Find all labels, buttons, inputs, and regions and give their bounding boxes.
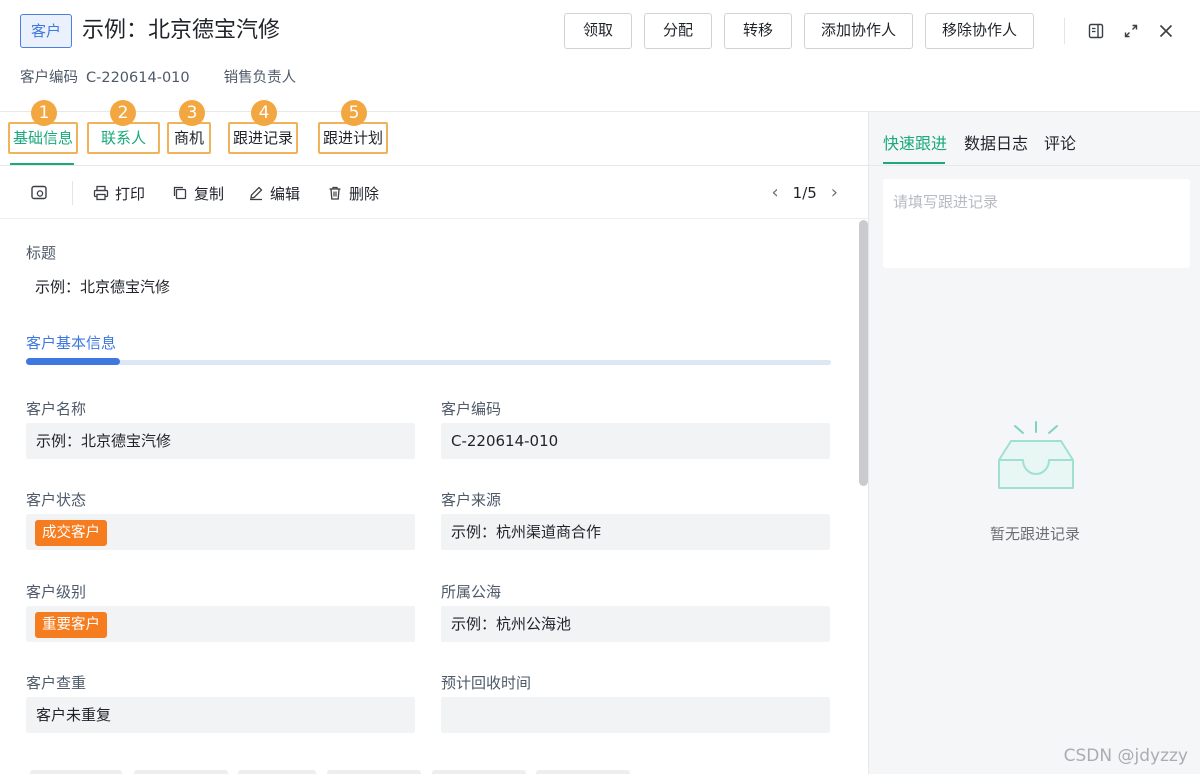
- copy-label: 复制: [194, 184, 225, 203]
- printer-icon: [93, 185, 109, 201]
- record-type-tag: 客户: [20, 14, 73, 48]
- tab-data-log[interactable]: 数据日志: [964, 130, 1028, 154]
- section-divider-accent: [26, 358, 120, 365]
- remove-collaborator-button[interactable]: 移除协作人: [925, 13, 1035, 49]
- section-title: 客户基本信息: [26, 334, 117, 352]
- edit-button[interactable]: 编辑: [248, 181, 300, 205]
- active-tab-indicator: [10, 163, 74, 165]
- detail-toolbar: 打印 复制 编辑 删除 ‹ 1/5 ›: [0, 167, 868, 219]
- pencil-icon: [250, 186, 263, 201]
- annotation-number: 4: [251, 100, 277, 126]
- customer-level-label: 客户级别: [26, 583, 87, 601]
- tab-label: 跟进计划: [323, 129, 384, 147]
- duplicate-check-field[interactable]: 客户未重复: [26, 697, 415, 733]
- customer-status-field[interactable]: 成交客户: [26, 514, 415, 550]
- partial-chip: [432, 770, 526, 774]
- empty-state-text: 暂无跟进记录: [989, 525, 1080, 543]
- page-indicator: 1/5: [792, 184, 817, 202]
- expected-recovery-label: 预计回收时间: [441, 674, 532, 692]
- public-pool-label: 所属公海: [441, 583, 502, 601]
- partial-chip: [134, 770, 228, 774]
- sales-owner-label: 销售负责人: [223, 70, 297, 86]
- record-header: 客户 示例：北京德宝汽修 领取 分配 转移 添加协作人 移除协作人 客户编码 C-…: [0, 0, 1200, 112]
- transfer-button[interactable]: 转移: [724, 13, 792, 49]
- duplicate-check-label: 客户查重: [26, 674, 87, 692]
- partial-chip: [238, 770, 316, 774]
- customer-name-label: 客户名称: [26, 400, 87, 418]
- annotation-number: 3: [179, 100, 205, 126]
- customer-code-label: 客户编码: [20, 70, 78, 86]
- header-actions: 领取 分配 转移 添加协作人 移除协作人: [564, 13, 1035, 49]
- detail-body: 标题 示例：北京德宝汽修 客户基本信息 客户名称 示例：北京德宝汽修 客户编码 …: [0, 220, 858, 774]
- expected-recovery-field[interactable]: [441, 697, 830, 733]
- expand-icon[interactable]: [1120, 20, 1142, 42]
- tab-follow-up-records[interactable]: 4 跟进记录: [228, 100, 299, 154]
- record-pager: ‹ 1/5 ›: [771, 181, 838, 205]
- print-label: 打印: [115, 184, 146, 203]
- activity-panel: 快速跟进 数据日志 评论 暂无跟进记录: [868, 112, 1200, 774]
- delete-label: 删除: [349, 184, 380, 203]
- title-value: 示例：北京德宝汽修: [35, 278, 171, 296]
- print-button[interactable]: 打印: [93, 181, 145, 205]
- customer-level-field[interactable]: 重要客户: [26, 606, 415, 642]
- tab-comments[interactable]: 评论: [1044, 130, 1076, 154]
- partial-chip: [327, 770, 421, 774]
- customer-code-field[interactable]: C-220614-010: [441, 423, 830, 459]
- tab-label: 基础信息: [13, 129, 74, 147]
- delete-button[interactable]: 删除: [327, 181, 379, 205]
- annotation-number: 2: [110, 100, 136, 126]
- partial-chip: [30, 770, 122, 774]
- chevron-left-icon[interactable]: ‹: [771, 181, 778, 205]
- header-divider: [1064, 18, 1065, 44]
- record-meta: 客户编码 C-220614-010 销售负责人: [20, 66, 296, 87]
- tab-basic-info[interactable]: 1 基础信息: [8, 100, 79, 154]
- chevron-right-icon[interactable]: ›: [831, 181, 838, 205]
- public-pool-field[interactable]: 示例：杭州公海池: [441, 606, 830, 642]
- tab-follow-up-plans[interactable]: 5 跟进计划: [318, 100, 389, 154]
- tab-opportunities[interactable]: 3 商机: [167, 100, 212, 154]
- section-divider: [26, 360, 831, 365]
- card-view-icon[interactable]: [30, 181, 48, 205]
- page-title: 示例：北京德宝汽修: [82, 18, 281, 43]
- annotation-number: 1: [31, 100, 57, 126]
- follow-up-note-input[interactable]: [883, 179, 1190, 268]
- tab-quick-follow-up[interactable]: 快速跟进: [883, 130, 947, 154]
- customer-code-field-label: 客户编码: [441, 400, 502, 418]
- edit-label: 编辑: [270, 184, 301, 203]
- close-icon[interactable]: [1155, 20, 1177, 42]
- tab-label: 联系人: [101, 129, 147, 147]
- scrollbar-thumb[interactable]: [859, 220, 868, 486]
- customer-status-label: 客户状态: [26, 491, 87, 509]
- tab-contacts[interactable]: 2 联系人: [87, 100, 161, 154]
- tab-divider: [869, 165, 1200, 166]
- customer-source-label: 客户来源: [441, 491, 502, 509]
- watermark: CSDN @jdyzzy: [1063, 746, 1188, 766]
- claim-button[interactable]: 领取: [564, 13, 632, 49]
- customer-name-field[interactable]: 示例：北京德宝汽修: [26, 423, 415, 459]
- trash-icon: [329, 186, 341, 200]
- toolbar-divider: [72, 181, 73, 205]
- empty-inbox-icon: [995, 420, 1077, 496]
- active-tab-indicator: [883, 162, 945, 164]
- annotation-number: 5: [341, 100, 367, 126]
- detail-tabs: 1 基础信息 2 联系人 3 商机 4 跟进记录 5 跟进计划: [0, 100, 868, 166]
- assign-button[interactable]: 分配: [644, 13, 712, 49]
- partial-chip: [536, 770, 630, 774]
- customer-code-value: C-220614-010: [86, 70, 190, 86]
- status-badge: 成交客户: [35, 519, 107, 546]
- add-collaborator-button[interactable]: 添加协作人: [804, 13, 914, 49]
- sidebar-toggle-icon[interactable]: [1085, 20, 1107, 42]
- copy-icon: [173, 186, 187, 200]
- tab-label: 商机: [174, 129, 205, 147]
- customer-source-field[interactable]: 示例：杭州渠道商合作: [441, 514, 830, 550]
- tab-label: 跟进记录: [233, 129, 294, 147]
- title-label: 标题: [26, 244, 57, 262]
- level-badge: 重要客户: [35, 611, 107, 638]
- copy-button[interactable]: 复制: [172, 181, 224, 205]
